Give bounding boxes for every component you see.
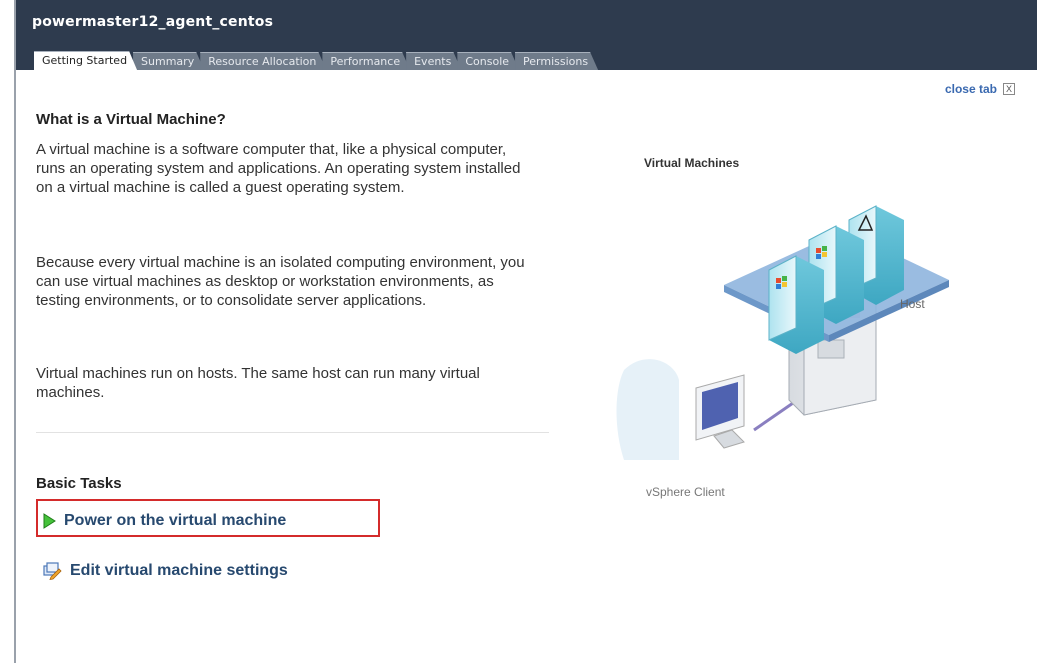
vm-diagram-illustration [616, 205, 949, 460]
virtual-machines-label: Virtual Machines [644, 156, 740, 170]
basic-tasks-heading: Basic Tasks [36, 475, 122, 492]
power-on-task-label[interactable]: Power on the virtual machine [64, 512, 286, 530]
tab-permissions[interactable]: Permissions [515, 52, 598, 70]
edit-settings-icon [43, 562, 62, 580]
edit-settings-task-link[interactable]: Edit virtual machine settings [42, 562, 288, 580]
section-divider [36, 432, 549, 433]
intro-paragraph-1: A virtual machine is a software computer… [36, 141, 521, 196]
getting-started-content: close tab X What is a Virtual Machine? A… [14, 70, 1037, 663]
tab-events[interactable]: Events [406, 52, 461, 70]
vm-name-title: powermaster12_agent_centos [32, 14, 274, 30]
tab-resource-allocation[interactable]: Resource Allocation [200, 52, 326, 70]
tab-summary[interactable]: Summary [133, 52, 204, 70]
vsphere-client-label: vSphere Client [646, 485, 725, 499]
edit-settings-task-label[interactable]: Edit virtual machine settings [70, 562, 288, 580]
power-on-task-link[interactable]: Power on the virtual machine [42, 512, 286, 530]
intro-paragraph-3: Virtual machines run on hosts. The same … [36, 365, 480, 401]
tab-performance[interactable]: Performance [322, 52, 410, 70]
close-tab-link[interactable]: close tab X [945, 82, 1015, 96]
tab-strip: Getting Started Summary Resource Allocat… [34, 52, 594, 70]
title-bar: powermaster12_agent_centos Getting Start… [14, 0, 1037, 70]
close-tab-label[interactable]: close tab [945, 82, 997, 96]
play-icon [43, 513, 56, 529]
close-icon[interactable]: X [1003, 83, 1015, 95]
vm-panel: powermaster12_agent_centos Getting Start… [14, 0, 1037, 663]
host-label: Host [900, 297, 925, 311]
tab-getting-started[interactable]: Getting Started [34, 51, 137, 70]
intro-heading: What is a Virtual Machine? [36, 111, 226, 128]
tab-console[interactable]: Console [457, 52, 519, 70]
left-border [14, 0, 16, 663]
vm-diagram: Virtual Machines Host vSphere Client [604, 130, 974, 510]
intro-paragraph-2: Because every virtual machine is an isol… [36, 254, 525, 309]
